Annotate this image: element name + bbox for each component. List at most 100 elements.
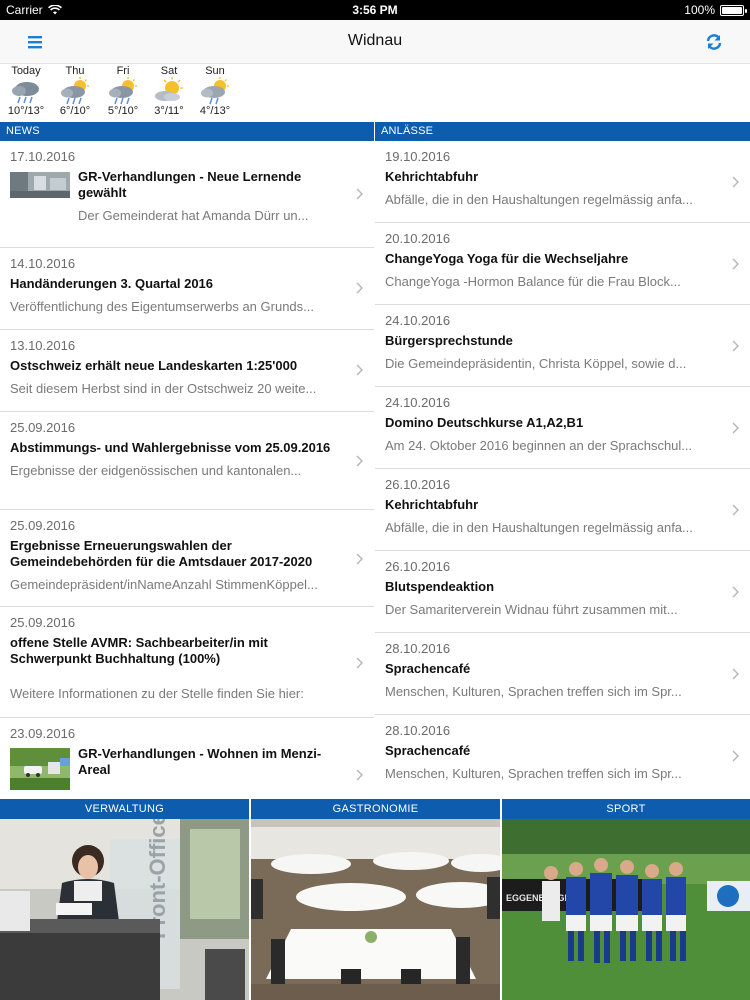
chevron-right-icon — [356, 769, 363, 781]
news-list-item[interactable]: 23.09.2016 GR-Verhandlungen - Wohnen im … — [0, 718, 374, 799]
event-list-item[interactable]: 20.10.2016 ChangeYoga Yoga für die Wechs… — [375, 223, 750, 305]
chevron-right-icon — [732, 258, 739, 270]
cloud-rain-icon — [12, 82, 39, 104]
events-list[interactable]: 19.10.2016 Kehrichtabfuhr Abfälle, die i… — [375, 141, 750, 799]
front-office-reception-photo: Front-Office — [0, 819, 249, 1000]
event-list-item[interactable]: 24.10.2016 Domino Deutschkurse A1,A2,B1 … — [375, 387, 750, 469]
event-description: Menschen, Kulturen, Sprachen treffen sic… — [385, 766, 682, 781]
news-title: Handänderungen 3. Quartal 2016 — [10, 276, 214, 291]
event-date: 24.10.2016 — [385, 395, 451, 410]
event-description: Abfälle, die in den Haushaltungen regelm… — [385, 192, 693, 207]
forecast-temperature: 6°/10° — [59, 105, 91, 117]
forecast-day-label: Thu — [65, 65, 85, 77]
event-list-item[interactable]: 26.10.2016 Kehrichtabfuhr Abfälle, die i… — [375, 469, 750, 551]
page-title: Widnau — [347, 32, 403, 49]
news-title: Ostschweiz erhält neue Landeskarten 1:25… — [10, 358, 298, 373]
football-team-photo: EGGENBERGER — [502, 819, 750, 1000]
news-title: Abstimmungs- und Wahlergebnisse vom 25.0… — [10, 440, 331, 455]
forecast-day: Thu 6°/10° — [52, 64, 98, 117]
tile-label: SPORT — [502, 799, 750, 819]
news-list-item[interactable]: 13.10.2016 Ostschweiz erhält neue Landes… — [0, 330, 374, 412]
event-description: Die Gemeindepräsidentin, Christa Köppel,… — [385, 356, 687, 371]
clock: 3:56 PM — [352, 3, 398, 17]
status-bar: Carrier 3:56 PM 100% — [0, 0, 750, 20]
battery-percent: 100% — [684, 3, 715, 17]
sun-cloud-rain-icon — [61, 77, 89, 105]
event-date: 26.10.2016 — [385, 559, 451, 574]
news-date: 14.10.2016 — [10, 256, 76, 271]
forecast-day-label: Sun — [205, 65, 225, 77]
event-title: Kehrichtabfuhr — [385, 169, 479, 184]
forecast-day: Fri 5°/10° — [100, 64, 146, 117]
event-description: Am 24. Oktober 2016 beginnen an der Spra… — [385, 438, 693, 453]
forecast-temperature: 10°/13° — [7, 105, 45, 117]
chevron-right-icon — [732, 668, 739, 680]
news-date: 25.09.2016 — [10, 615, 76, 630]
event-title: Sprachencafé — [385, 743, 471, 758]
refresh-button[interactable] — [702, 31, 726, 53]
news-description: Der Gemeinderat hat Amanda Dürr un... — [78, 208, 309, 223]
chevron-right-icon — [356, 188, 363, 200]
news-description: Ergebnisse der eidgenössischen und kanto… — [10, 463, 302, 478]
chevron-right-icon — [732, 176, 739, 188]
news-list-item[interactable]: 14.10.2016 Handänderungen 3. Quartal 201… — [0, 248, 374, 330]
battery-icon — [720, 4, 747, 16]
events-section-header: ANLÄSSE — [375, 122, 750, 141]
news-description: Weitere Informationen zu der Stelle find… — [10, 686, 304, 701]
event-title: Domino Deutschkurse A1,A2,B1 — [385, 415, 584, 430]
tile-label: GASTRONOMIE — [251, 799, 500, 819]
event-date: 26.10.2016 — [385, 477, 451, 492]
event-description: Der Samariterverein Widnau führt zusamme… — [385, 602, 678, 617]
chevron-right-icon — [732, 422, 739, 434]
forecast-day-label: Fri — [116, 65, 130, 77]
news-date: 25.09.2016 — [10, 518, 76, 533]
news-title: GR-Verhandlungen - Neue Lernende gewählt — [78, 169, 302, 200]
event-date: 24.10.2016 — [385, 313, 451, 328]
tile-label: VERWALTUNG — [0, 799, 249, 819]
event-list-item[interactable]: 19.10.2016 Kehrichtabfuhr Abfälle, die i… — [375, 141, 750, 223]
banquet-hall-photo — [251, 819, 500, 1000]
forecast-day: Today 10°/13° — [3, 64, 49, 117]
chevron-right-icon — [732, 340, 739, 352]
sun-cloud-icon — [155, 77, 183, 101]
forecast-day-label: Today — [11, 65, 41, 77]
category-tiles: VERWALTUNG Front-Office GASTRONOMIE SPOR… — [0, 799, 750, 1000]
forecast-temperature: 5°/10° — [107, 105, 139, 117]
forecast-day: Sun 4°/13° — [192, 64, 238, 117]
news-description: Veröffentlichung des Eigentumserwerbs an… — [10, 299, 314, 314]
event-title: ChangeYoga Yoga für die Wechseljahre — [385, 251, 629, 266]
news-list-item[interactable]: 25.09.2016 Ergebnisse Erneuerungswahlen … — [0, 510, 374, 607]
news-list[interactable]: 17.10.2016 GR-Verhandlungen - Neue Lerne… — [0, 141, 374, 799]
app-screen: { "statusbar": { "carrier": "Carrier", "… — [0, 0, 750, 1000]
event-description: Abfälle, die in den Haushaltungen regelm… — [385, 520, 693, 535]
chevron-right-icon — [356, 553, 363, 565]
news-description: Gemeindepräsident/inNameAnzahl StimmenKö… — [10, 577, 318, 592]
event-list-item[interactable]: 24.10.2016 Bürgersprechstunde Die Gemein… — [375, 305, 750, 387]
event-date: 28.10.2016 — [385, 641, 451, 656]
news-list-item[interactable]: 25.09.2016 Abstimmungs- und Wahlergebnis… — [0, 412, 374, 510]
news-section-header: NEWS — [0, 122, 374, 141]
sun-cloud-rain-icon — [201, 77, 229, 105]
news-date: 13.10.2016 — [10, 338, 76, 353]
news-list-item[interactable]: 17.10.2016 GR-Verhandlungen - Neue Lerne… — [0, 141, 374, 248]
news-date: 17.10.2016 — [10, 149, 76, 164]
news-date: 23.09.2016 — [10, 726, 76, 741]
forecast-temperature: 4°/13° — [199, 105, 231, 117]
news-date: 25.09.2016 — [10, 420, 76, 435]
news-thumbnail-image — [10, 748, 70, 790]
chevron-right-icon — [356, 364, 363, 376]
event-list-item[interactable]: 26.10.2016 Blutspendeaktion Der Samarite… — [375, 551, 750, 633]
news-title: GR-Verhandlungen - Wohnen im Menzi-Areal — [78, 746, 322, 777]
event-list-item[interactable]: 28.10.2016 Sprachencafé Menschen, Kultur… — [375, 715, 750, 799]
event-title: Bürgersprechstunde — [385, 333, 513, 348]
event-date: 20.10.2016 — [385, 231, 451, 246]
chevron-right-icon — [732, 586, 739, 598]
tile-sport[interactable]: SPORT EGGENBERGER — [502, 799, 750, 1000]
event-list-item[interactable]: 28.10.2016 Sprachencafé Menschen, Kultur… — [375, 633, 750, 715]
tile-gastronomie[interactable]: GASTRONOMIE — [251, 799, 500, 1000]
event-date: 19.10.2016 — [385, 149, 451, 164]
news-title: offene Stelle AVMR: Sachbearbeiter/in mi… — [10, 635, 268, 666]
tile-verwaltung[interactable]: VERWALTUNG Front-Office — [0, 799, 249, 1000]
forecast-temperature: 3°/11° — [154, 105, 184, 117]
news-list-item[interactable]: 25.09.2016 offene Stelle AVMR: Sachbearb… — [0, 607, 374, 718]
